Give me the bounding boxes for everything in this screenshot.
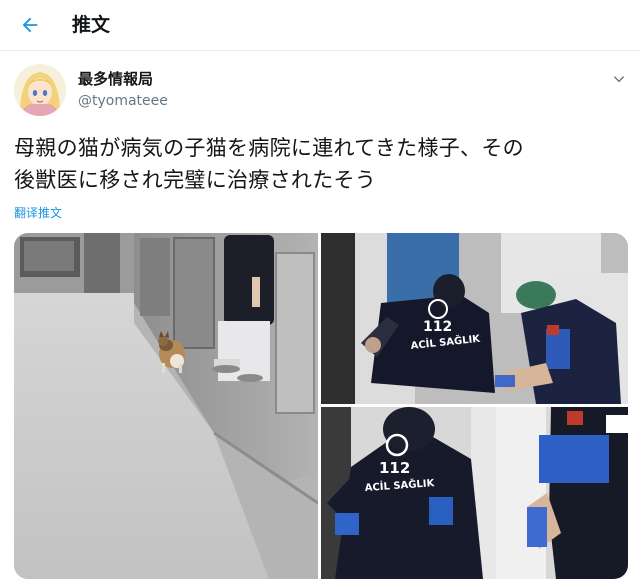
media-grid: 112 ACİL SAĞLIK 112 ACİL SAĞLIK bbox=[14, 233, 628, 579]
anime-avatar-icon bbox=[14, 64, 66, 116]
shirt-number-text: 112 bbox=[379, 459, 410, 477]
arrow-left-icon bbox=[22, 17, 38, 33]
tweet-menu-button[interactable] bbox=[608, 68, 630, 90]
page-title: 推文 bbox=[72, 14, 111, 36]
author-display-name[interactable]: 最多情報局 bbox=[78, 70, 153, 88]
chevron-down-icon bbox=[613, 76, 625, 83]
avatar[interactable] bbox=[14, 64, 66, 116]
photo-medic-closeup[interactable]: 112 ACİL SAĞLIK bbox=[321, 407, 628, 579]
author-handle[interactable]: @tyomateee bbox=[78, 92, 168, 110]
back-button[interactable] bbox=[16, 11, 44, 39]
photo-cat-walking-hallway[interactable] bbox=[14, 233, 318, 579]
tweet-text-line: 母親の猫が病気の子猫を病院に連れてきた様子、その bbox=[14, 136, 524, 160]
photo-medics-kneeling[interactable]: 112 ACİL SAĞLIK bbox=[321, 233, 628, 404]
top-bar: 推文 bbox=[0, 0, 640, 51]
tweet-text-line: 後獣医に移され完璧に治療されたそう bbox=[14, 168, 377, 192]
tweet-text: 母親の猫が病気の子猫を病院に連れてきた様子、その 後獣医に移され完璧に治療された… bbox=[14, 132, 626, 196]
translate-tweet-link[interactable]: 翻译推文 bbox=[14, 205, 62, 221]
shirt-number-text: 112 bbox=[423, 319, 452, 335]
